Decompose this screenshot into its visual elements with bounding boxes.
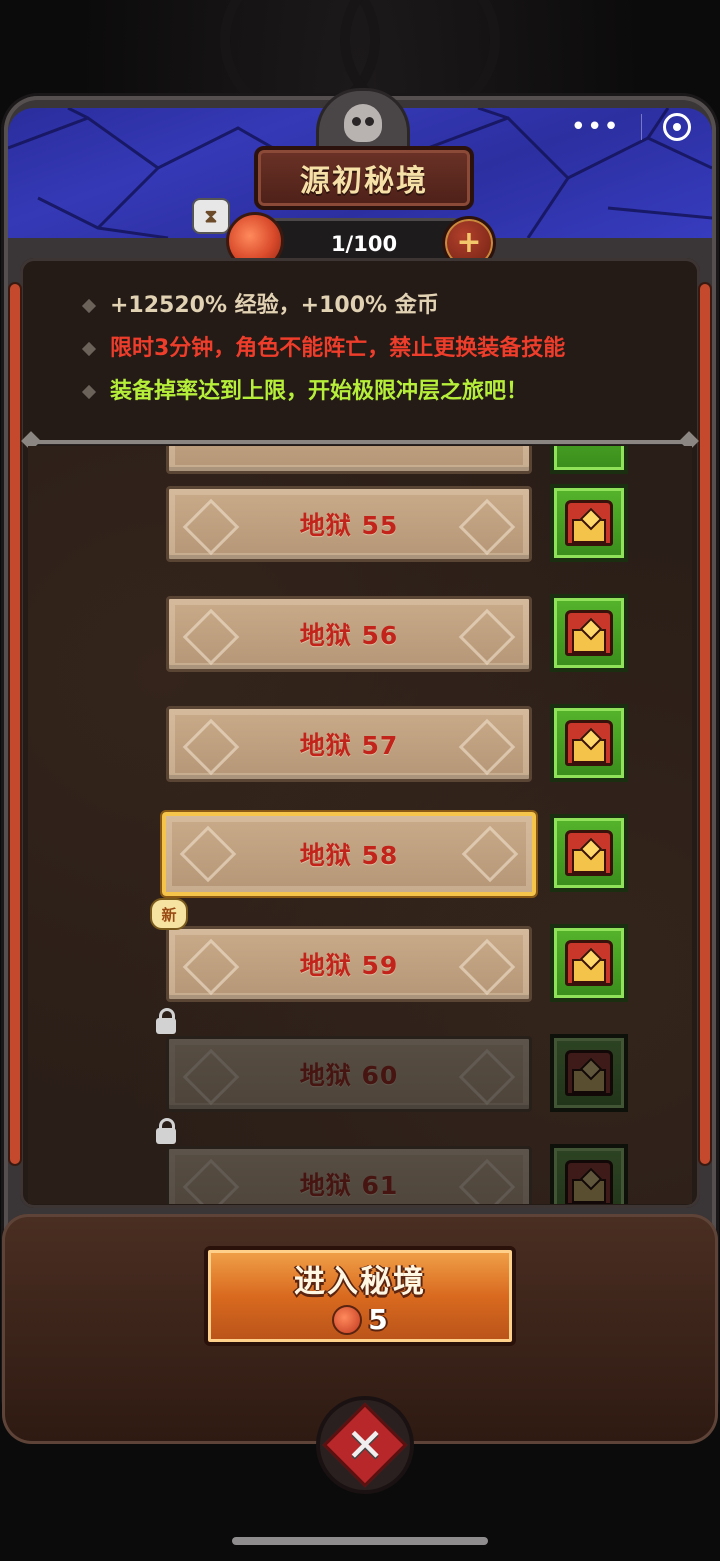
knot-ornament [182, 1048, 240, 1106]
reward-chest-button[interactable] [550, 924, 628, 1002]
knot-ornament [458, 718, 516, 776]
more-menu-button[interactable]: ••• [571, 114, 620, 140]
bullet-diamond-icon [81, 298, 97, 314]
treasure-chest-icon [565, 1160, 613, 1204]
treasure-chest-icon [565, 940, 613, 986]
skull-icon [344, 104, 382, 142]
lock-icon [156, 1118, 176, 1144]
description-line: +12520% 经验，+100% 金币 [81, 286, 684, 329]
description-line: 装备掉率达到上限，开始极限冲层之旅吧！ [81, 372, 684, 415]
entry-cost: 5 [332, 1303, 388, 1336]
close-button[interactable]: ✕ [316, 1396, 414, 1494]
close-diamond: ✕ [322, 1402, 408, 1488]
meat-cost-icon [332, 1304, 363, 1335]
entry-cost-value: 5 [368, 1303, 388, 1336]
description-text: 装备掉率达到上限，开始极限冲层之旅吧！ [110, 379, 529, 404]
bullet-diamond-icon [81, 341, 97, 357]
knot-ornament [461, 825, 519, 883]
level-plank[interactable]: 地狱 61 [166, 1146, 532, 1204]
level-plank[interactable]: 地狱 55 [166, 486, 532, 562]
level-plank[interactable]: 地狱 56 [166, 596, 532, 672]
level-label: 地狱 59 [299, 951, 399, 980]
level-label: 地狱 61 [299, 1171, 399, 1200]
reward-chest-button[interactable] [550, 594, 628, 672]
bullet-diamond-icon [81, 384, 97, 400]
left-side-bar [10, 284, 20, 1164]
level-plank[interactable] [166, 446, 532, 474]
knot-ornament [182, 608, 240, 666]
level-row[interactable]: 地狱 59 新 [28, 898, 692, 1010]
reward-chest-button[interactable] [550, 704, 628, 782]
reward-chest-button[interactable] [550, 484, 628, 562]
knot-ornament [182, 1158, 240, 1204]
reward-chest-button[interactable] [550, 814, 628, 892]
description-text: 限时3分钟，角色不能阵亡，禁止更换装备技能 [110, 336, 566, 361]
capsule-separator [641, 114, 642, 140]
level-row[interactable]: 地狱 58 [28, 804, 692, 900]
reward-chest-button[interactable] [550, 446, 628, 474]
hourglass-icon: ⧗ [192, 198, 230, 234]
level-label: 地狱 58 [299, 841, 399, 870]
miniprogram-capsule: ••• [560, 104, 702, 150]
description-line: 限时3分钟，角色不能阵亡，禁止更换装备技能 [81, 329, 684, 372]
page-title: 源初秘境 [254, 146, 474, 210]
level-row[interactable]: 地狱 57 [28, 694, 692, 790]
treasure-chest-icon [565, 500, 613, 546]
level-plank[interactable]: 地狱 58 [162, 812, 536, 896]
level-label: 地狱 60 [299, 1061, 399, 1090]
knot-ornament [458, 1048, 516, 1106]
right-side-bar [700, 284, 710, 1164]
reward-chest-button[interactable] [550, 1034, 628, 1112]
level-plank[interactable]: 地狱 59 [166, 926, 532, 1002]
level-row[interactable]: 地狱 56 [28, 584, 692, 680]
level-row[interactable]: 地狱 61 [28, 1118, 692, 1204]
treasure-chest-icon [565, 720, 613, 766]
section-divider [30, 440, 690, 444]
level-row[interactable]: 地狱 55 [28, 474, 692, 570]
level-label: 地狱 57 [299, 731, 399, 760]
level-label: 地狱 55 [299, 511, 399, 540]
treasure-chest-icon [565, 1050, 613, 1096]
treasure-chest-icon [565, 610, 613, 656]
reward-chest-button[interactable] [550, 1144, 628, 1204]
knot-ornament [182, 498, 240, 556]
target-icon [673, 123, 682, 131]
enter-dungeon-button[interactable]: 进入秘境 5 [204, 1246, 516, 1346]
lock-icon [156, 1008, 176, 1034]
treasure-chest-icon [565, 830, 613, 876]
level-list[interactable]: 地狱 55 地狱 56 地狱 57 地狱 58 地狱 59 新地狱 60 地狱 61 [28, 446, 692, 1204]
level-plank[interactable]: 地狱 60 [166, 1036, 532, 1112]
description-text: +12520% 经验，+100% 金币 [110, 293, 439, 318]
close-miniprogram-button[interactable] [663, 113, 692, 141]
home-indicator [232, 1537, 488, 1545]
knot-ornament [458, 498, 516, 556]
knot-ornament [179, 825, 237, 883]
knot-ornament [458, 608, 516, 666]
new-badge: 新 [150, 898, 188, 930]
level-label: 地狱 56 [299, 621, 399, 650]
close-icon: ✕ [345, 1417, 385, 1472]
knot-ornament [182, 938, 240, 996]
knot-ornament [182, 718, 240, 776]
level-plank[interactable]: 地狱 57 [166, 706, 532, 782]
enter-dungeon-label: 进入秘境 [294, 1264, 426, 1300]
dungeon-description: +12520% 经验，+100% 金币 限时3分钟，角色不能阵亡，禁止更换装备技… [81, 286, 684, 415]
knot-ornament [458, 1158, 516, 1204]
level-row[interactable]: 地狱 60 [28, 1008, 692, 1120]
knot-ornament [458, 938, 516, 996]
